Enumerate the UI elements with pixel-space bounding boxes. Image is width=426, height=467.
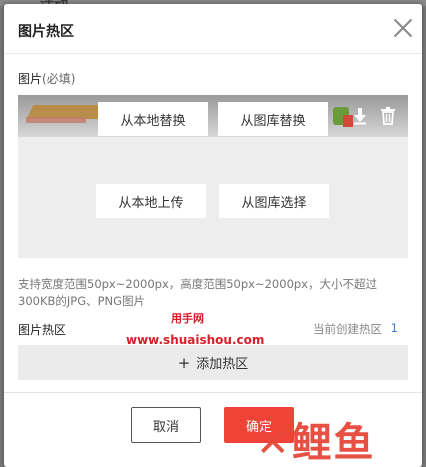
image-label: 图片 bbox=[18, 72, 43, 86]
add-hotzone-label: 添加热区 bbox=[196, 357, 249, 372]
dialog-title: 图片热区 bbox=[18, 24, 74, 40]
download-icon[interactable] bbox=[352, 107, 368, 125]
required-marker: (必填) bbox=[42, 72, 76, 86]
trash-icon[interactable] bbox=[380, 107, 396, 125]
hotzone-label: 图片热区 bbox=[18, 323, 67, 337]
image-thumbnail: 从本地替换 从图库替换 bbox=[18, 95, 408, 137]
cancel-button[interactable]: 取消 bbox=[131, 407, 201, 443]
add-hotzone-button[interactable]: + 添加热区 bbox=[18, 345, 408, 380]
image-section-label: 图片(必填) bbox=[18, 70, 75, 87]
dialog-header: 图片热区 bbox=[4, 4, 422, 54]
hotzone-dialog: 图片热区 图片(必填) 从本地替换 从图库替换 从本地上传 从图库选择 支持宽度… bbox=[4, 4, 422, 467]
close-icon[interactable] bbox=[392, 17, 414, 39]
choose-from-library-button[interactable]: 从图库选择 bbox=[219, 184, 329, 218]
replace-from-local-button[interactable]: 从本地替换 bbox=[98, 102, 208, 136]
footer-divider bbox=[4, 392, 422, 393]
watermark-logo: ✕鲤鱼 bbox=[256, 416, 422, 467]
hotzone-count: 1 bbox=[390, 321, 398, 335]
logo-mark-icon: ✕ bbox=[256, 420, 292, 466]
image-upload-area: 从本地替换 从图库替换 从本地上传 从图库选择 bbox=[18, 95, 408, 258]
plus-icon: + bbox=[177, 353, 191, 372]
upload-from-local-button[interactable]: 从本地上传 bbox=[96, 184, 206, 218]
hotzone-count-label: 当前创建热区 bbox=[313, 322, 382, 336]
upload-hint: 支持宽度范围50px~2000px，高度范围50px~2000px，大小不超过3… bbox=[18, 277, 377, 308]
logo-text: 鲤鱼 bbox=[291, 420, 376, 466]
watermark-name: 用手网 bbox=[171, 312, 204, 325]
replace-from-library-button[interactable]: 从图库替换 bbox=[218, 102, 328, 136]
